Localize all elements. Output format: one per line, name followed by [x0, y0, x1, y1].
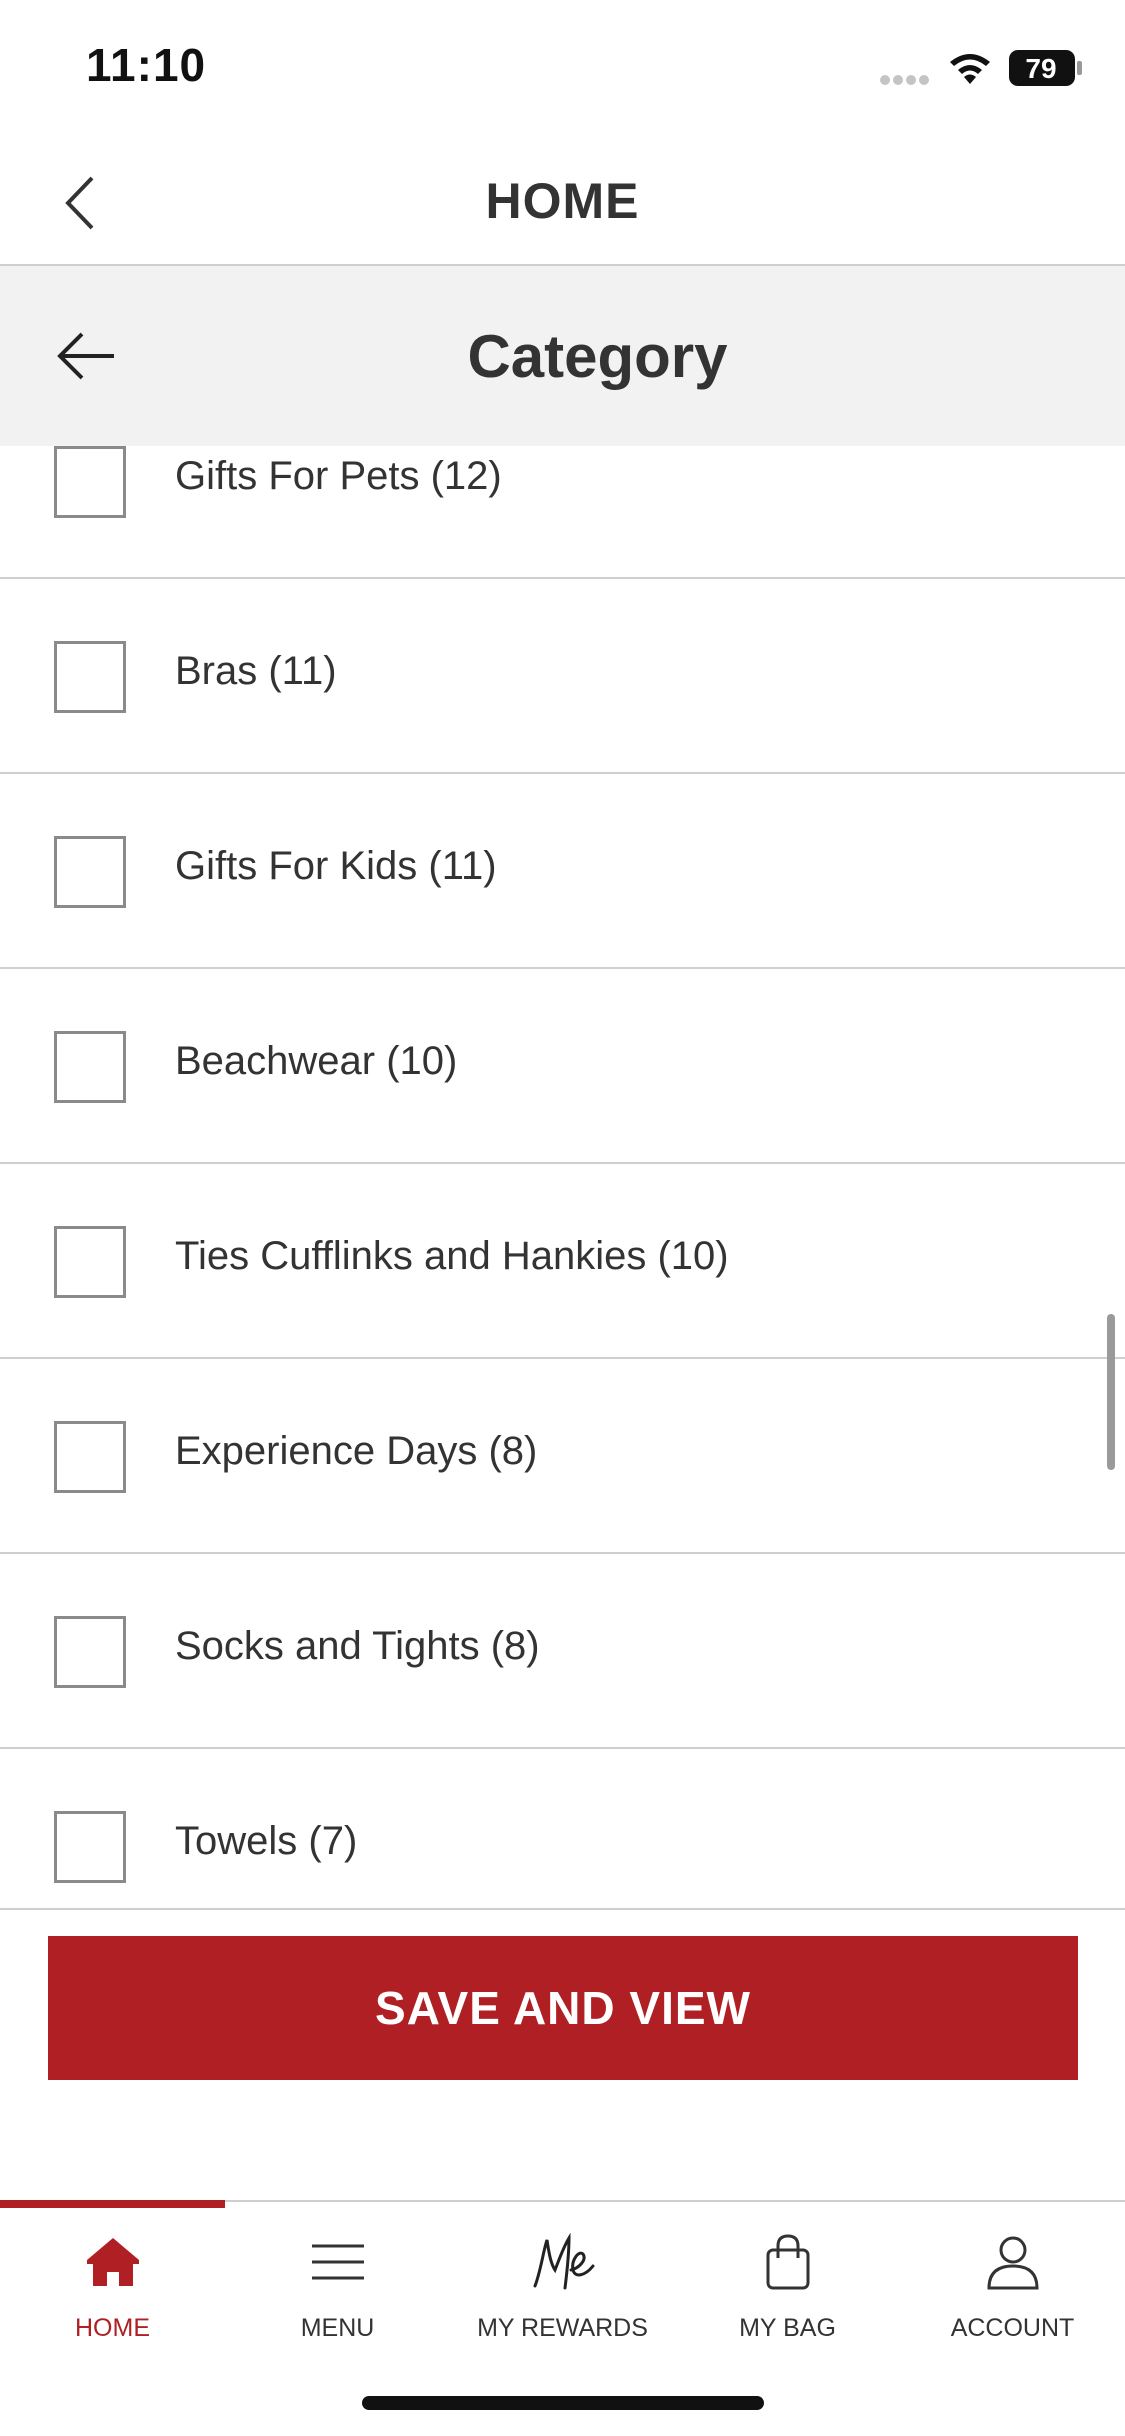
- category-label: Bras (11): [175, 649, 337, 693]
- list-item[interactable]: Beachwear (10): [0, 969, 1125, 1164]
- category-label: Gifts For Kids (11): [175, 844, 497, 888]
- checkbox[interactable]: [54, 1421, 126, 1493]
- menu-icon: [311, 2244, 364, 2280]
- wifi-icon: [950, 54, 990, 84]
- tab-label: MENU: [300, 2314, 375, 2342]
- bag-icon: [766, 2234, 809, 2290]
- category-label: Gifts For Pets (12): [175, 454, 502, 498]
- battery-icon: 79: [1009, 50, 1082, 86]
- tab-label: HOME: [75, 2314, 150, 2342]
- tab-my-rewards[interactable]: MY REWARDS: [450, 2202, 675, 2352]
- list-item[interactable]: Towels (7): [0, 1749, 1125, 1910]
- category-label: Socks and Tights (8): [175, 1624, 540, 1668]
- tab-label: MY BAG: [739, 2314, 836, 2342]
- category-label: Towels (7): [175, 1819, 358, 1863]
- checkbox[interactable]: [54, 641, 126, 713]
- list-item[interactable]: Ties Cufflinks and Hankies (10): [0, 1164, 1125, 1359]
- checkbox[interactable]: [54, 1616, 126, 1688]
- category-title: Category: [467, 323, 728, 390]
- checkbox[interactable]: [54, 836, 126, 908]
- tab-label: MY REWARDS: [477, 2314, 648, 2342]
- status-time: 11:10: [86, 39, 207, 91]
- tab-label: ACCOUNT: [950, 2314, 1075, 2342]
- checkbox[interactable]: [54, 446, 126, 518]
- home-icon: [86, 2238, 139, 2286]
- category-list[interactable]: Gifts For Pets (12) Bras (11) Gifts For …: [0, 446, 1125, 1910]
- checkbox[interactable]: [54, 1226, 126, 1298]
- page-title: HOME: [485, 173, 640, 229]
- category-label: Ties Cufflinks and Hankies (10): [175, 1234, 729, 1278]
- tab-account[interactable]: ACCOUNT: [900, 2202, 1125, 2352]
- tab-my-bag[interactable]: MY BAG: [675, 2202, 900, 2352]
- scrollbar[interactable]: [1107, 1314, 1115, 1470]
- category-list-content: Gifts For Pets (12) Bras (11) Gifts For …: [0, 446, 1125, 1910]
- category-label: Experience Days (8): [175, 1429, 538, 1473]
- list-item[interactable]: Experience Days (8): [0, 1359, 1125, 1554]
- checkbox[interactable]: [54, 1031, 126, 1103]
- status-bar: 11:10 79: [0, 0, 1125, 140]
- account-icon: [986, 2236, 1039, 2290]
- battery-level: 79: [1025, 53, 1056, 84]
- tab-menu[interactable]: MENU: [225, 2202, 450, 2352]
- category-label: Beachwear (10): [175, 1039, 458, 1083]
- save-and-view-button[interactable]: SAVE AND VIEW: [48, 1936, 1078, 2080]
- category-bar: Category: [0, 266, 1125, 446]
- cellular-signal-icon: [880, 72, 934, 85]
- list-item[interactable]: Gifts For Kids (11): [0, 774, 1125, 969]
- tab-home[interactable]: HOME: [0, 2200, 225, 2352]
- checkbox[interactable]: [54, 1811, 126, 1883]
- save-area: SAVE AND VIEW: [0, 1908, 1125, 2202]
- home-indicator: [362, 2396, 764, 2410]
- list-item[interactable]: Gifts For Pets (12): [0, 446, 1125, 579]
- list-item[interactable]: Bras (11): [0, 579, 1125, 774]
- rewards-icon: [533, 2232, 594, 2290]
- list-item[interactable]: Socks and Tights (8): [0, 1554, 1125, 1749]
- app-header: HOME: [0, 140, 1125, 266]
